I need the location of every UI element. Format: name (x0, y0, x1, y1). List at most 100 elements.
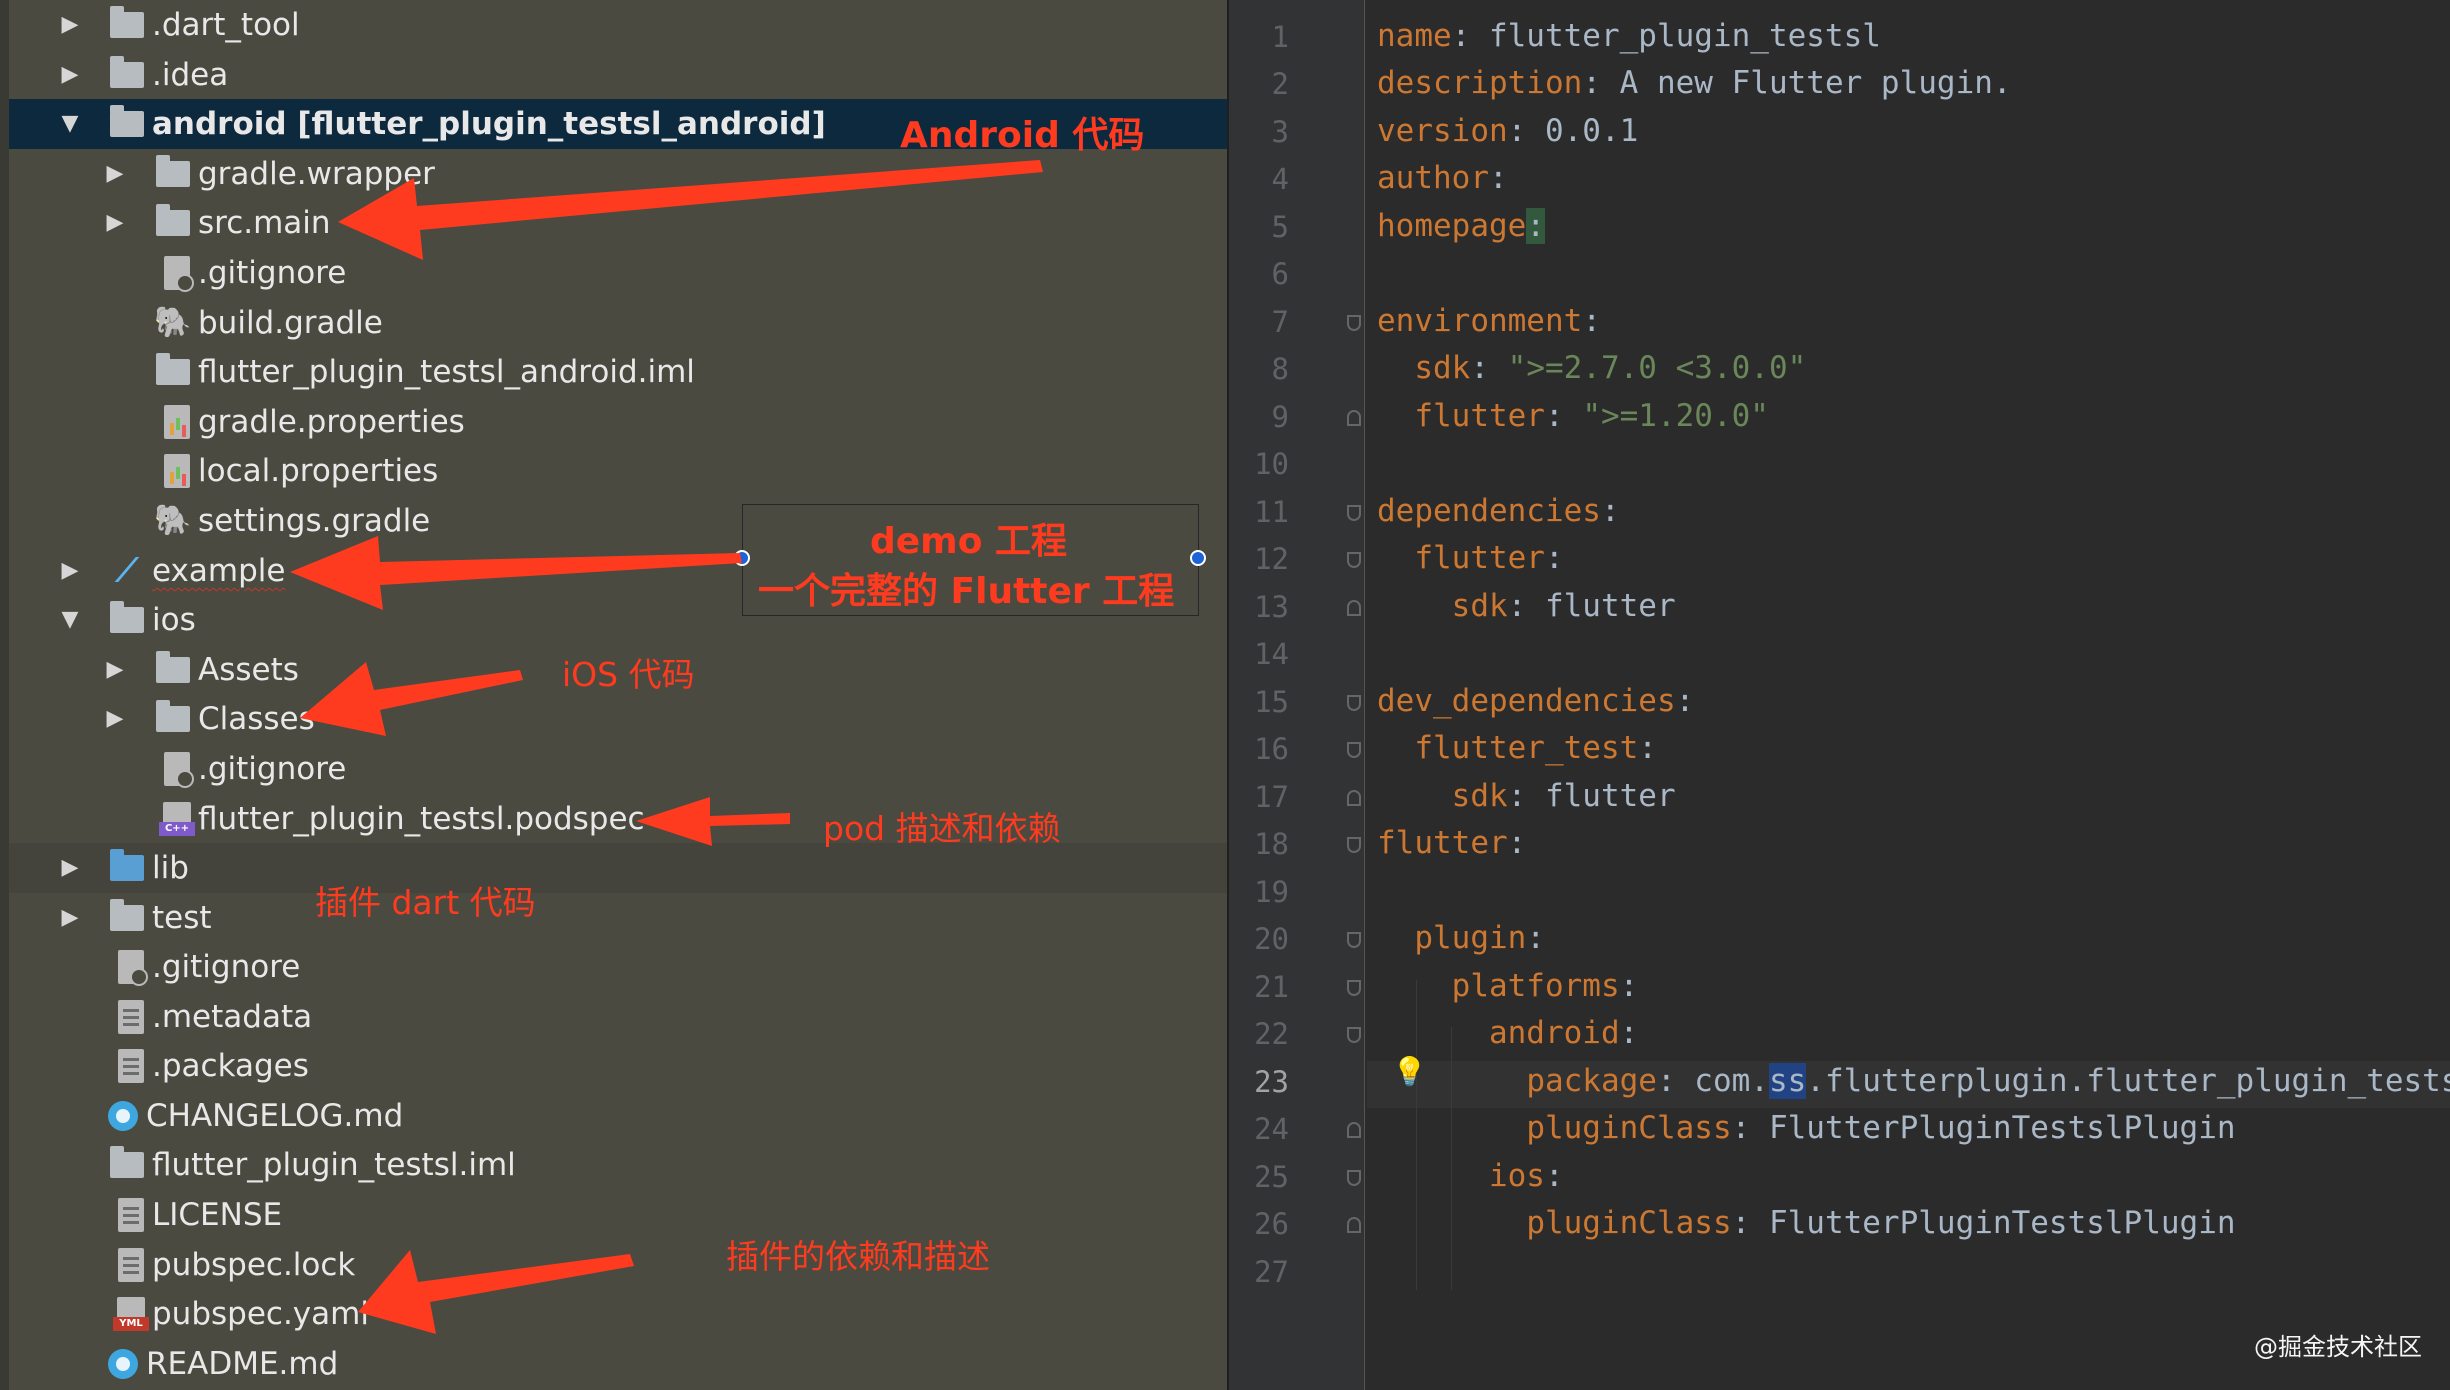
code-line[interactable]: name: flutter_plugin_testsl (1377, 18, 1881, 54)
fold-marker-icon[interactable] (1347, 932, 1361, 948)
code-editor-panel[interactable]: 1 2 3 4 5 6 7 8 9 10 11 12 13 14 15 16 1… (1227, 0, 2450, 1390)
tree-item-idea[interactable]: ▶ .idea (0, 50, 1227, 100)
code-line[interactable]: plugin: (1377, 920, 1545, 956)
code-line[interactable]: pluginClass: FlutterPluginTestslPlugin (1377, 1110, 2235, 1146)
tree-item-pubspec-lock[interactable]: pubspec.lock (0, 1240, 1227, 1290)
tree-item-packages[interactable]: .packages (0, 1041, 1227, 1091)
expand-arrow-icon[interactable]: ▶ (100, 154, 130, 194)
tree-item-lib[interactable]: ▶ lib (9, 843, 1227, 893)
code-line[interactable]: environment: (1377, 303, 1601, 339)
code-line[interactable]: dev_dependencies: (1377, 683, 1694, 719)
yaml-separator: : (1507, 825, 1527, 861)
code-line[interactable]: flutter: (1377, 825, 1526, 861)
tree-item-label: flutter_plugin_testsl.podspec (198, 800, 645, 837)
expand-arrow-icon[interactable]: ▶ (100, 699, 130, 739)
fold-marker-icon[interactable] (1347, 505, 1361, 521)
tree-item-gradle-properties[interactable]: gradle.properties (0, 397, 1227, 447)
fold-end-icon[interactable] (1347, 1122, 1361, 1138)
yaml-key: version (1377, 113, 1508, 149)
annotation-demo-line1: demo 工程 (870, 521, 1067, 562)
tree-item-label: pubspec.yaml (152, 1295, 369, 1332)
tree-item-label: .gitignore (152, 948, 301, 985)
code-line[interactable]: sdk: flutter (1377, 588, 1676, 624)
code-line[interactable]: platforms: (1377, 968, 1639, 1004)
watermark: @掘金技术社区 (2254, 1333, 2422, 1361)
tree-item-label: flutter_plugin_testsl.iml (152, 1146, 516, 1183)
folder-icon (108, 104, 146, 143)
tree-item-metadata[interactable]: .metadata (0, 992, 1227, 1042)
selected-text[interactable]: ss (1768, 1063, 1807, 1099)
yaml-value: 0.0.1 (1544, 113, 1639, 149)
fold-end-icon[interactable] (1347, 790, 1361, 806)
fold-marker-icon[interactable] (1347, 742, 1361, 758)
git-file-icon (158, 750, 196, 788)
gradle-icon: 🐘 (154, 503, 192, 539)
expand-arrow-icon[interactable]: ▶ (55, 55, 85, 95)
tree-item-label: example (152, 552, 286, 589)
tree-item-src-main[interactable]: ▶ src.main (0, 198, 1227, 248)
tree-item-root-iml[interactable]: flutter_plugin_testsl.iml (0, 1140, 1227, 1190)
yaml-separator: : (1544, 398, 1583, 434)
expand-arrow-icon[interactable]: ▶ (55, 898, 85, 938)
code-line[interactable]: homepage: (1377, 208, 1545, 244)
code-line[interactable]: flutter: (1377, 540, 1563, 576)
lightbulb-icon[interactable]: 💡 (1392, 1055, 1427, 1088)
fold-marker-icon[interactable] (1347, 315, 1361, 331)
tree-item-readme[interactable]: README.md (0, 1339, 1227, 1389)
code-line[interactable]: version: 0.0.1 (1377, 113, 1638, 149)
expand-arrow-icon[interactable]: ▶ (55, 5, 85, 45)
line-number: 20 (1254, 922, 1289, 956)
collapse-arrow-icon[interactable]: ▼ (55, 104, 85, 144)
fold-end-icon[interactable] (1347, 1217, 1361, 1233)
yaml-key: flutter (1377, 825, 1508, 861)
code-line[interactable]: ios: (1377, 1158, 1564, 1194)
fold-marker-icon[interactable] (1347, 695, 1361, 711)
tree-item-android-iml[interactable]: flutter_plugin_testsl_android.iml (0, 347, 1227, 397)
annotation-pubspec: 插件的依赖和描述 (726, 1237, 990, 1276)
tree-item-classes[interactable]: ▶ Classes (0, 694, 1227, 744)
yaml-string-value: ">=2.7.0 <3.0.0" (1507, 350, 1807, 386)
tree-item-pubspec-yaml[interactable]: pubspec.yaml (0, 1289, 1227, 1339)
code-line[interactable]: sdk: flutter (1377, 778, 1676, 814)
properties-file-icon (158, 452, 196, 490)
tree-item-label: .gitignore (198, 254, 347, 291)
tree-item-test[interactable]: ▶ test (0, 893, 1227, 943)
tree-item-root-gitignore[interactable]: .gitignore (0, 942, 1227, 992)
code-line[interactable]: pluginClass: FlutterPluginTestslPlugin (1377, 1205, 2235, 1241)
fold-marker-icon[interactable] (1347, 980, 1361, 996)
tree-item-changelog[interactable]: CHANGELOG.md (0, 1091, 1227, 1141)
fold-end-icon[interactable] (1347, 410, 1361, 426)
code-line[interactable]: flutter: ">=1.20.0" (1377, 398, 1769, 434)
expand-arrow-icon[interactable]: ▶ (55, 848, 85, 888)
collapse-arrow-icon[interactable]: ▼ (55, 600, 85, 640)
resize-handle-right[interactable] (1190, 550, 1206, 566)
code-line[interactable]: author: (1377, 160, 1508, 196)
fold-end-icon[interactable] (1347, 600, 1361, 616)
expand-arrow-icon[interactable]: ▶ (100, 650, 130, 690)
fold-marker-icon[interactable] (1347, 837, 1361, 853)
tree-item-license[interactable]: LICENSE (0, 1190, 1227, 1240)
tree-item-android-gitignore[interactable]: .gitignore (0, 248, 1227, 298)
yaml-key: environment (1377, 303, 1583, 339)
expand-arrow-icon[interactable]: ▶ (100, 203, 130, 243)
code-line[interactable]: sdk: ">=2.7.0 <3.0.0" (1377, 350, 1806, 386)
code-line[interactable]: flutter_test: (1377, 730, 1657, 766)
resize-handle-left[interactable] (734, 550, 750, 566)
code-line[interactable]: dependencies: (1377, 493, 1620, 529)
fold-marker-icon[interactable] (1347, 1027, 1361, 1043)
fold-marker-icon[interactable] (1347, 552, 1361, 568)
tree-item-local-properties[interactable]: local.properties (0, 446, 1227, 496)
line-number: 9 (1271, 400, 1289, 434)
tree-item-dart-tool[interactable]: ▶ .dart_tool (0, 0, 1227, 50)
code-line[interactable]: android: (1377, 1015, 1638, 1051)
tree-item-ios-gitignore[interactable]: .gitignore (0, 744, 1227, 794)
line-number: 1 (1271, 20, 1289, 54)
yaml-key: platforms (1451, 968, 1620, 1004)
tree-item-label: .idea (152, 56, 229, 93)
code-line[interactable]: description: A new Flutter plugin. (1377, 65, 2012, 101)
expand-arrow-icon[interactable]: ▶ (55, 551, 85, 591)
fold-marker-icon[interactable] (1347, 1170, 1361, 1186)
line-number: 4 (1271, 162, 1289, 196)
code-line-current[interactable]: package: com.ss.flutterplugin.flutter_pl… (1377, 1063, 2450, 1099)
tree-item-build-gradle[interactable]: 🐘 build.gradle (0, 298, 1227, 348)
